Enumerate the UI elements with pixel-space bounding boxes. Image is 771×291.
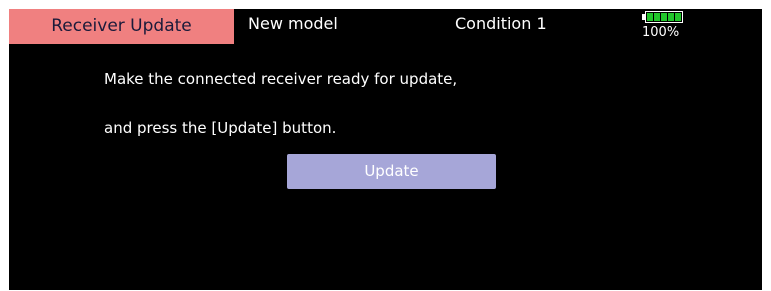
battery-cell	[647, 13, 653, 21]
battery-body	[645, 11, 683, 23]
transmitter-screen: Receiver Update New model Condition 1 10…	[9, 9, 762, 290]
condition-label[interactable]: Condition 1	[455, 9, 547, 39]
top-status-bar: Receiver Update New model Condition 1 10…	[9, 9, 762, 45]
battery-cell	[661, 13, 667, 21]
update-button[interactable]: Update	[287, 154, 496, 189]
screen-title-tab[interactable]: Receiver Update	[9, 9, 234, 44]
instruction-line-1: Make the connected receiver ready for up…	[104, 70, 458, 88]
model-name-label[interactable]: New model	[248, 9, 338, 39]
battery-icon	[642, 11, 688, 23]
battery-cell	[675, 13, 681, 21]
battery-cell	[654, 13, 660, 21]
battery-cell	[668, 13, 674, 21]
instruction-line-2: and press the [Update] button.	[104, 119, 337, 137]
battery-percent-label: 100%	[642, 25, 680, 40]
